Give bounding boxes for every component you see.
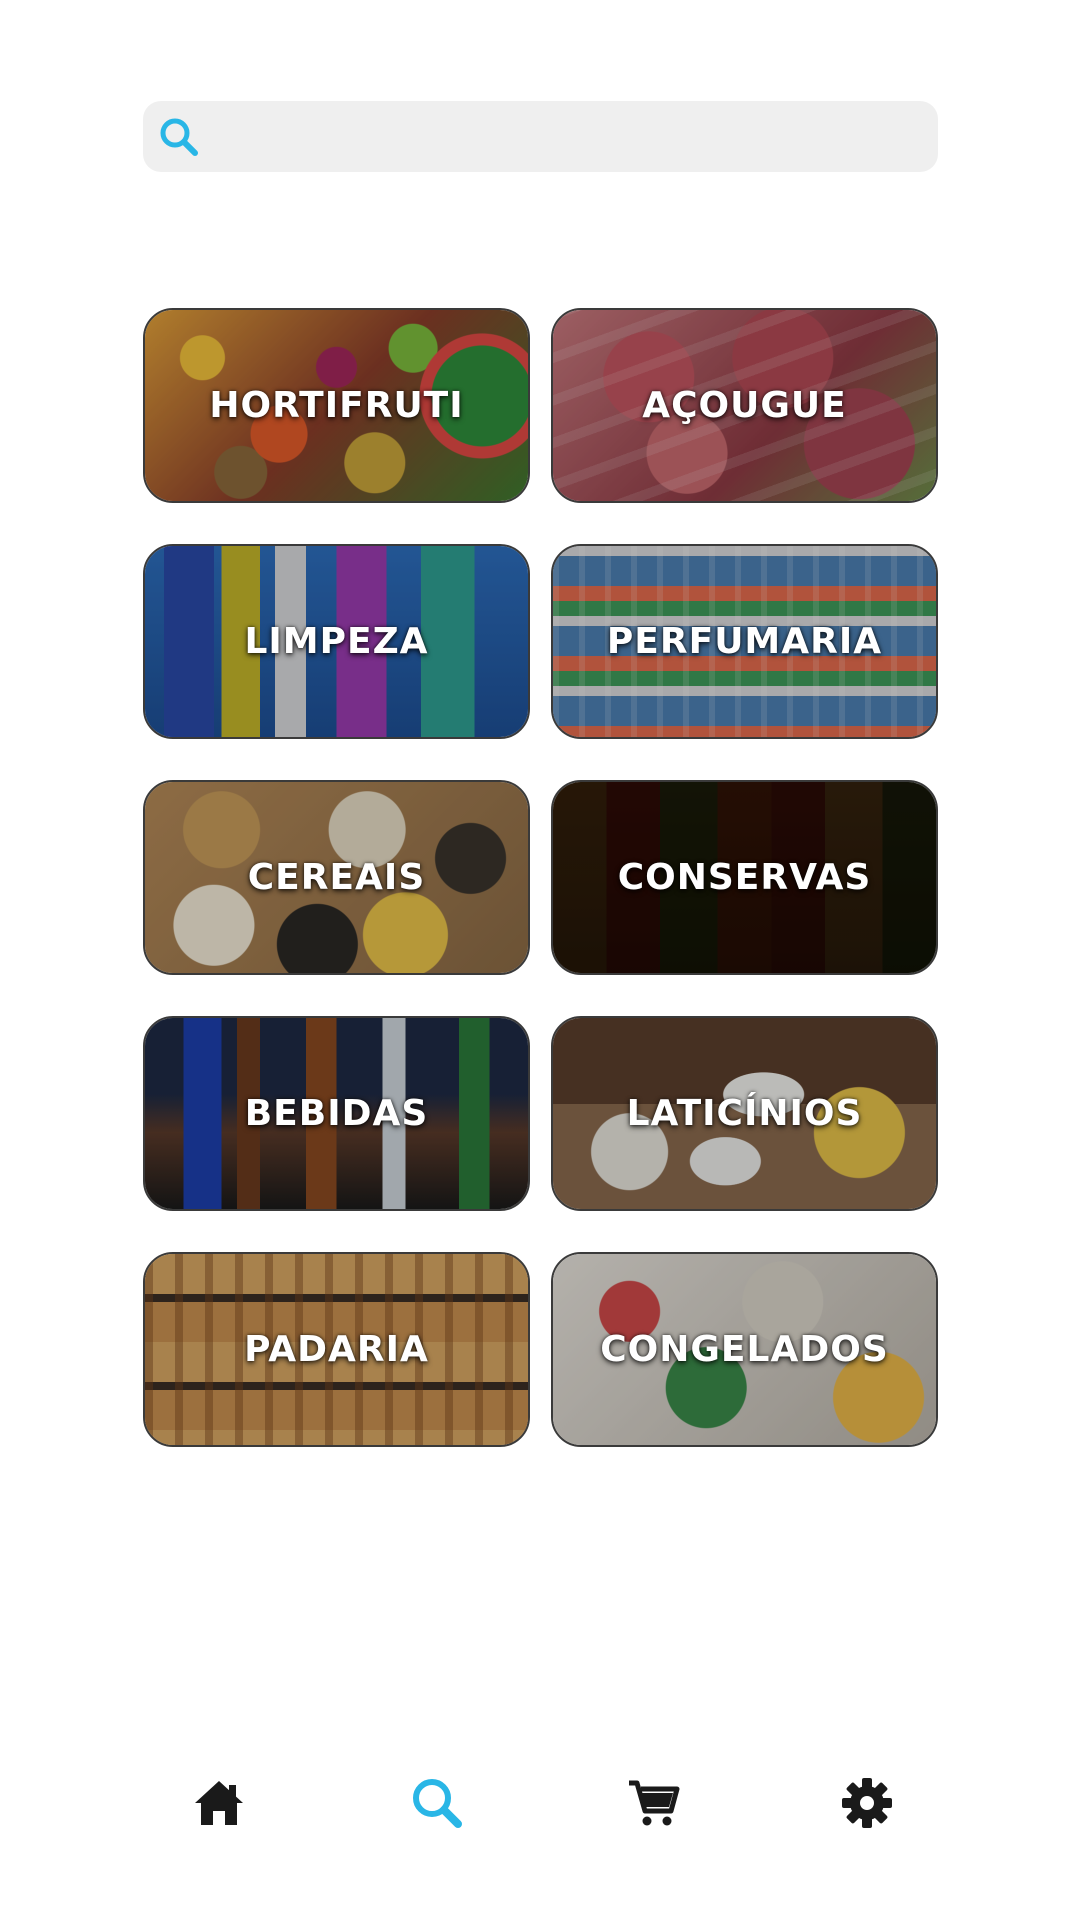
category-label: LATICÍNIOS bbox=[626, 1093, 863, 1134]
category-tile-acougue[interactable]: AÇOUGUE bbox=[551, 308, 938, 503]
category-label: PADARIA bbox=[244, 1329, 429, 1370]
category-tile-padaria[interactable]: PADARIA bbox=[143, 1252, 530, 1447]
category-label: CONSERVAS bbox=[617, 857, 872, 898]
category-tile-laticinios[interactable]: LATICÍNIOS bbox=[551, 1016, 938, 1211]
search-input[interactable] bbox=[205, 100, 938, 173]
search-bar[interactable] bbox=[143, 100, 938, 173]
home-icon bbox=[191, 1777, 247, 1834]
nav-settings[interactable] bbox=[832, 1770, 902, 1840]
category-label: BEBIDAS bbox=[244, 1093, 429, 1134]
category-grid: HORTIFRUTI AÇOUGUE LIMPEZA PERFUMARIA CE… bbox=[143, 308, 938, 1447]
category-tile-bebidas[interactable]: BEBIDAS bbox=[143, 1016, 530, 1211]
category-label: HORTIFRUTI bbox=[209, 385, 464, 426]
category-tile-congelados[interactable]: CONGELADOS bbox=[551, 1252, 938, 1447]
category-label: PERFUMARIA bbox=[606, 621, 883, 662]
category-label: CEREAIS bbox=[247, 857, 426, 898]
category-tile-cereais[interactable]: CEREAIS bbox=[143, 780, 530, 975]
search-icon bbox=[409, 1775, 465, 1836]
category-label: LIMPEZA bbox=[244, 621, 429, 662]
nav-home[interactable] bbox=[184, 1770, 254, 1840]
nav-cart[interactable] bbox=[618, 1770, 688, 1840]
nav-search[interactable] bbox=[402, 1770, 472, 1840]
gear-icon bbox=[840, 1776, 894, 1835]
category-tile-limpeza[interactable]: LIMPEZA bbox=[143, 544, 530, 739]
bottom-nav bbox=[0, 1770, 1080, 1860]
category-tile-conservas[interactable]: CONSERVAS bbox=[551, 780, 938, 975]
category-tile-perfumaria[interactable]: PERFUMARIA bbox=[551, 544, 938, 739]
category-tile-hortifruti[interactable]: HORTIFRUTI bbox=[143, 308, 530, 503]
search-screen: HORTIFRUTI AÇOUGUE LIMPEZA PERFUMARIA CE… bbox=[0, 0, 1080, 1920]
category-label: AÇOUGUE bbox=[642, 385, 847, 426]
search-icon[interactable] bbox=[153, 111, 205, 163]
cart-icon bbox=[625, 1775, 681, 1836]
category-label: CONGELADOS bbox=[600, 1329, 889, 1370]
